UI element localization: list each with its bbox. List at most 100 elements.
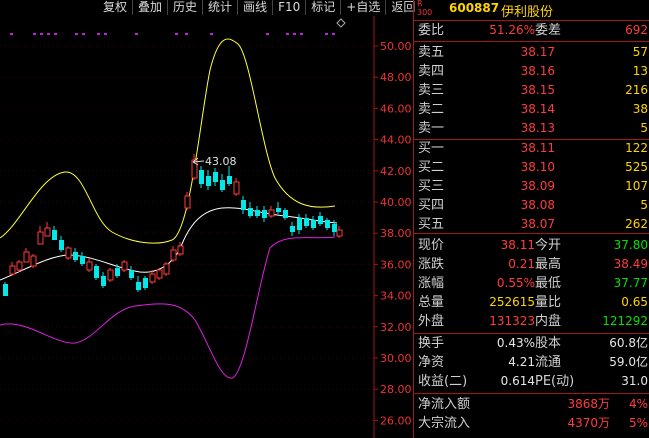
ask-level-label: 卖二 [418,102,445,117]
ask-row[interactable]: 卖五 38.17 57 [414,44,649,61]
ask-price: 38.14 [520,102,555,116]
ask-price: 38.17 [520,45,555,59]
price-label: 现价 [418,238,445,253]
price-tick-label: 46.00 [380,102,412,115]
quote-row-price: 现价 38.11 今开 37.80 [414,237,649,254]
ask-row[interactable]: 卖一 38.13 5 [414,120,649,137]
bid-volume: 122 [625,141,648,155]
change-value: 0.21 [508,257,535,271]
ask-level-label: 卖四 [418,64,445,79]
change-label: 涨跌 [418,257,445,272]
bid-row[interactable]: 买五 38.07 262 [414,216,649,233]
info-mine-markers [10,33,335,35]
kline-chart[interactable]: 43.08 50.00 48.00 46.00 44.00 42.00 40.00 38.0… [0,0,412,438]
price-tick-label: 32.00 [380,321,412,334]
open-value: 37.80 [613,238,648,252]
outer-label: 外盘 [418,314,445,329]
low-value: 37.77 [613,276,648,290]
bid-row[interactable]: 买一 38.11 122 [414,140,649,157]
volume-ratio-value: 0.65 [621,295,648,309]
bid-volume: 525 [625,160,648,174]
stock-code: 600887 [449,1,500,15]
bid-volume: 262 [625,217,648,231]
pe-value: 31.0 [621,374,648,388]
pe-label: PE(动) [535,374,575,389]
price-tick-label: 42.00 [380,165,412,178]
quote-row-volume: 总量 252615 量比 0.65 [414,294,649,311]
bid-row[interactable]: 买三 38.09 107 [414,178,649,195]
commission-ratio-value: 51.26% [489,23,535,37]
net-inflow-value: 3868万 [567,397,610,411]
ask-level-label: 卖一 [418,121,445,136]
flow-row-block: 大宗流入 4370万 5% [414,415,649,432]
commission-diff-label: 委差 [535,23,562,38]
bid-level-label: 买三 [418,179,445,194]
stock-name: 伊利股份 [501,5,554,20]
bid-level-label: 买四 [418,198,445,213]
ask-row[interactable]: 卖二 38.14 38 [414,101,649,118]
ask-volume: 38 [632,102,648,116]
ask-price: 38.15 [520,83,555,97]
net-inflow-label: 净流入额 [418,397,471,412]
quote-row-change: 涨跌 0.21 最高 38.49 [414,256,649,273]
divider [414,233,649,234]
open-label: 今开 [535,238,562,253]
market-badge-r: R [417,0,423,8]
ask-volume: 5 [640,121,648,135]
net-inflow-pct: 4% [628,397,648,411]
high-price-annotation: 43.08 [192,155,237,168]
price-tick-label: 48.00 [380,71,412,84]
bid-price: 38.07 [520,217,555,231]
bid-price: 38.09 [520,179,555,193]
ask-row[interactable]: 卖四 38.16 13 [414,63,649,80]
ask-price: 38.16 [520,64,555,78]
expand-icon[interactable] [336,18,346,28]
bid-volume: 107 [625,179,648,193]
float-label: 流通 [535,355,562,370]
ask-volume: 13 [632,64,648,78]
divider [414,393,649,394]
price-tick-label: 40.00 [380,196,412,209]
quote-row-outer-inner: 外盘 131323 内盘 121292 [414,313,649,330]
commission-row: 委比 51.26% 委差 692 [414,22,649,39]
bid-row[interactable]: 买四 38.08 5 [414,197,649,214]
fund-row-nav: 净资 4.21 流通 59.0亿 [414,354,649,371]
bid-level-label: 买五 [418,217,445,232]
ask-row[interactable]: 卖三 38.15 216 [414,82,649,99]
price-value: 38.11 [500,238,535,252]
inner-label: 内盘 [535,314,562,329]
inner-value: 121292 [602,314,648,328]
flow-row-net: 净流入额 3868万 4% [414,396,649,413]
high-label: 最高 [535,257,562,272]
bid-row[interactable]: 买二 38.10 525 [414,159,649,176]
price-tick-label: 38.00 [380,227,412,240]
block-inflow-pct: 5% [628,416,648,430]
nav-label: 净资 [418,355,445,370]
bid-price: 38.10 [520,160,555,174]
outer-value: 131323 [489,314,535,328]
fund-row-turnover: 换手 0.43% 股本 60.8亿 [414,335,649,352]
float-value: 59.0亿 [609,355,648,369]
price-tick-label: 50.00 [380,40,412,53]
low-label: 最低 [535,276,562,291]
market-badge-num: 300 [417,8,433,17]
price-tick-label: 34.00 [380,290,412,303]
equity-label: 股本 [535,336,562,351]
bid-level-label: 买二 [418,160,445,175]
volume-ratio-label: 量比 [535,295,562,310]
block-inflow-label: 大宗流入 [418,416,471,431]
bid-level-label: 买一 [418,141,445,156]
ask-volume: 216 [625,83,648,97]
bid-price: 38.08 [520,198,555,212]
commission-diff-value: 692 [625,23,648,37]
quote-panel: R 300 600887 伊利股份 委比 51.26% 委差 692 卖五 38.… [413,0,649,438]
divider [414,333,649,334]
eps-value: 0.614 [500,374,535,388]
quote-row-pct: 涨幅 0.55% 最低 37.77 [414,275,649,292]
divider [414,20,649,21]
pct-label: 涨幅 [418,276,445,291]
price-tick-label: 26.00 [380,414,412,427]
fund-row-eps: 收益(二) 0.614 PE(动) 31.0 [414,373,649,390]
ask-volume: 57 [632,45,648,59]
pct-value: 0.55% [496,276,535,290]
